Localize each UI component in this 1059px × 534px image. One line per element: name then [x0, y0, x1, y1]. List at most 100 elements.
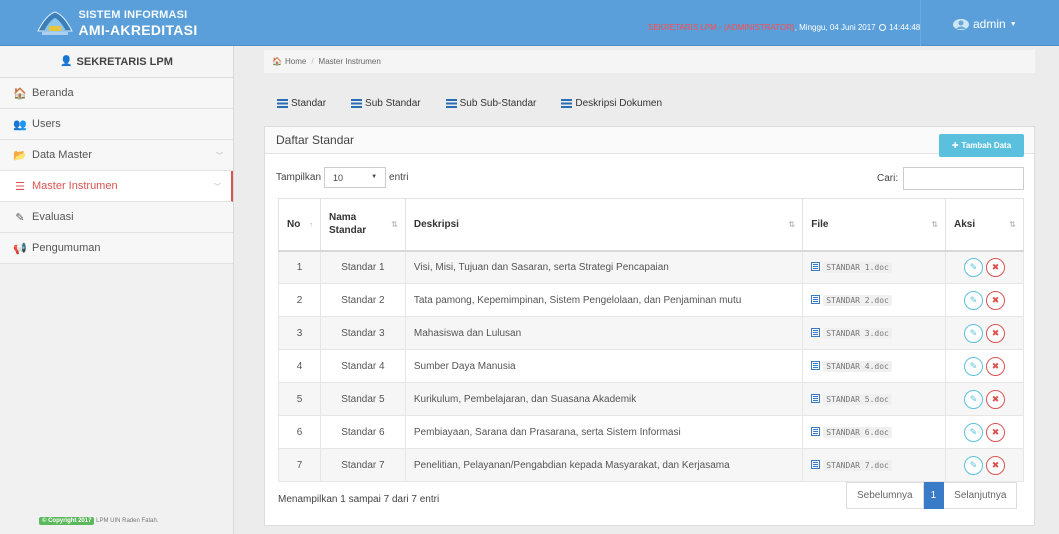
file-name[interactable]: STANDAR 6.doc [823, 427, 892, 438]
brand[interactable]: SISTEM INFORMASI AMI-AKREDITASI [0, 0, 234, 46]
file-name[interactable]: STANDAR 2.doc [823, 295, 892, 306]
page-length-control: Tampilkan 10 ▼ entri [276, 167, 408, 188]
cell-actions: ✎ ✖ [945, 382, 1024, 416]
column-label: Deskripsi [413, 218, 459, 230]
table-row: 3 Standar 3 Mahasiswa dan Lulusan STANDAR 3… [278, 316, 1024, 350]
sidebar-item-evaluasi[interactable]: ✎ Evaluasi [0, 202, 233, 233]
file-icon [811, 460, 821, 469]
delete-button[interactable]: ✖ [986, 455, 1005, 475]
sort-icon: ⇅ [931, 220, 939, 229]
cell-name: Standar 1 [319, 250, 406, 284]
list-icon [351, 99, 363, 108]
users-icon: 👥 [13, 118, 27, 131]
file-name[interactable]: STANDAR 4.doc [823, 361, 892, 372]
column-header-nama-standar[interactable]: Nama Standar ⇅ [319, 198, 406, 252]
sidebar-item-beranda[interactable]: 🏠 Beranda [0, 78, 233, 109]
column-header-aksi[interactable]: Aksi ⇅ [945, 198, 1024, 252]
cell-actions: ✎ ✖ [945, 316, 1024, 350]
cell-file[interactable]: STANDAR 6.doc [802, 415, 947, 449]
delete-button[interactable]: ✖ [986, 389, 1005, 409]
delete-button[interactable]: ✖ [986, 422, 1005, 442]
cell-description: Kurikulum, Pembelajaran, dan Suasana Aka… [404, 382, 804, 416]
edit-button[interactable]: ✎ [964, 356, 983, 376]
delete-button[interactable]: ✖ [986, 290, 1005, 310]
tab-sub-standar[interactable]: Sub Standar [351, 98, 421, 109]
search-control: Cari: [877, 167, 1025, 190]
user-name: admin [973, 17, 1006, 31]
pencil-icon: ✎ [969, 327, 978, 338]
tab-sub-sub-standar[interactable]: Sub Sub-Standar [445, 98, 536, 109]
clock-icon [878, 24, 886, 31]
add-data-button[interactable]: ✚ Tambah Data [939, 134, 1024, 157]
file-name[interactable]: STANDAR 5.doc [823, 394, 892, 405]
column-header-no[interactable]: No ↑ [278, 198, 321, 252]
sidebar-item-label: Users [32, 118, 61, 130]
edit-button[interactable]: ✎ [964, 323, 983, 343]
file-icon [811, 427, 821, 436]
tab-label: Sub Standar [365, 98, 421, 109]
edit-button[interactable]: ✎ [964, 422, 983, 442]
home-icon: 🏠 [272, 57, 282, 66]
tab-standar[interactable]: Standar [277, 98, 326, 109]
file-name[interactable]: STANDAR 1.doc [823, 262, 892, 274]
standar-table: No ↑ Nama Standar ⇅ Deskripsi ⇅ File ⇅ Aksi ⇅… [278, 198, 1024, 482]
table-row: 2 Standar 2 Tata pamong, Kepemimpinan, Sis… [278, 283, 1024, 317]
page-length-select[interactable]: 10 ▼ [324, 167, 387, 188]
column-label: Nama Standar [328, 212, 367, 237]
sidebar-item-data-master[interactable]: 📂 Data Master ﹀ [0, 140, 233, 171]
column-label: File [811, 218, 829, 230]
pencil-icon: ✎ [969, 261, 978, 272]
cell-description: Tata pamong, Kepemimpinan, Sistem Pengel… [404, 283, 804, 317]
add-button-label: Tambah Data [961, 141, 1012, 150]
sidebar: 👤 SEKRETARIS LPM 🏠 Beranda 👥 Users 📂 Dat… [0, 46, 234, 534]
prev-page-button[interactable]: Sebelumnya [846, 482, 924, 509]
cell-file[interactable]: STANDAR 2.doc [802, 283, 947, 317]
sidebar-item-users[interactable]: 👥 Users [0, 109, 233, 140]
table-header-row: No ↑ Nama Standar ⇅ Deskripsi ⇅ File ⇅ Aksi ⇅ [278, 198, 1024, 252]
brand-line2: AMI-AKREDITASI [78, 21, 198, 38]
cell-file[interactable]: STANDAR 4.doc [802, 349, 947, 383]
cell-no: 5 [278, 382, 321, 416]
edit-button[interactable]: ✎ [964, 290, 983, 310]
tab-label: Deskripsi Dokumen [575, 98, 663, 109]
column-header-file[interactable]: File ⇅ [802, 198, 947, 252]
tab-deskripsi-dokumen[interactable]: Deskripsi Dokumen [561, 98, 662, 109]
delete-button[interactable]: ✖ [986, 356, 1005, 376]
delete-button[interactable]: ✖ [986, 323, 1005, 343]
cell-actions: ✎ ✖ [945, 448, 1024, 482]
next-page-button[interactable]: Selanjutnya [944, 482, 1018, 509]
table-row: 6 Standar 6 Pembiayaan, Sarana dan Prasara… [278, 415, 1024, 449]
edit-button[interactable]: ✎ [964, 257, 983, 277]
edit-button[interactable]: ✎ [964, 389, 983, 409]
chevron-down-icon: ﹀ [216, 153, 223, 160]
cell-file[interactable]: STANDAR 7.doc [802, 448, 947, 482]
close-icon: ✖ [991, 459, 1000, 470]
cell-actions: ✎ ✖ [945, 283, 1024, 317]
sidebar-item-pengumuman[interactable]: 📢 Pengumuman [0, 233, 233, 264]
edit-button[interactable]: ✎ [964, 455, 983, 475]
file-icon [811, 394, 821, 403]
search-input[interactable] [903, 167, 1025, 190]
file-name[interactable]: STANDAR 3.doc [823, 328, 892, 339]
user-role: SEKRETARIS LPM - (ADMINISTRATOR) [648, 23, 795, 32]
cell-file[interactable]: STANDAR 1.doc [802, 250, 947, 284]
cell-file[interactable]: STANDAR 5.doc [802, 382, 947, 416]
column-header-deskripsi[interactable]: Deskripsi ⇅ [404, 198, 804, 252]
session-info: SEKRETARIS LPM - (ADMINISTRATOR), Minggu… [648, 23, 920, 32]
cell-file[interactable]: STANDAR 3.doc [802, 316, 947, 350]
table-info: Menampilkan 1 sampai 7 dari 7 entri [278, 494, 440, 505]
cell-no: 3 [278, 316, 321, 350]
sidebar-item-master-instrumen[interactable]: ☰ Master Instrumen ﹀ [0, 171, 233, 202]
cell-name: Standar 5 [319, 382, 406, 416]
breadcrumb-home[interactable]: Home [285, 57, 306, 66]
tab-bar: Standar Sub Standar Sub Sub-Standar Desk… [277, 98, 687, 109]
brand-line1: SISTEM INFORMASI [78, 8, 188, 21]
file-icon [811, 262, 821, 272]
delete-button[interactable]: ✖ [986, 257, 1005, 277]
user-menu[interactable]: admin ▼ [952, 17, 1017, 31]
cell-description: Penelitian, Pelayanan/Pengabdian kepada … [404, 448, 804, 482]
page-1-button[interactable]: 1 [923, 482, 945, 509]
standar-panel: Daftar Standar ✚ Tambah Data Tampilkan 1… [264, 126, 1035, 526]
sidebar-title: SEKRETARIS LPM [76, 55, 173, 68]
file-name[interactable]: STANDAR 7.doc [823, 460, 892, 471]
